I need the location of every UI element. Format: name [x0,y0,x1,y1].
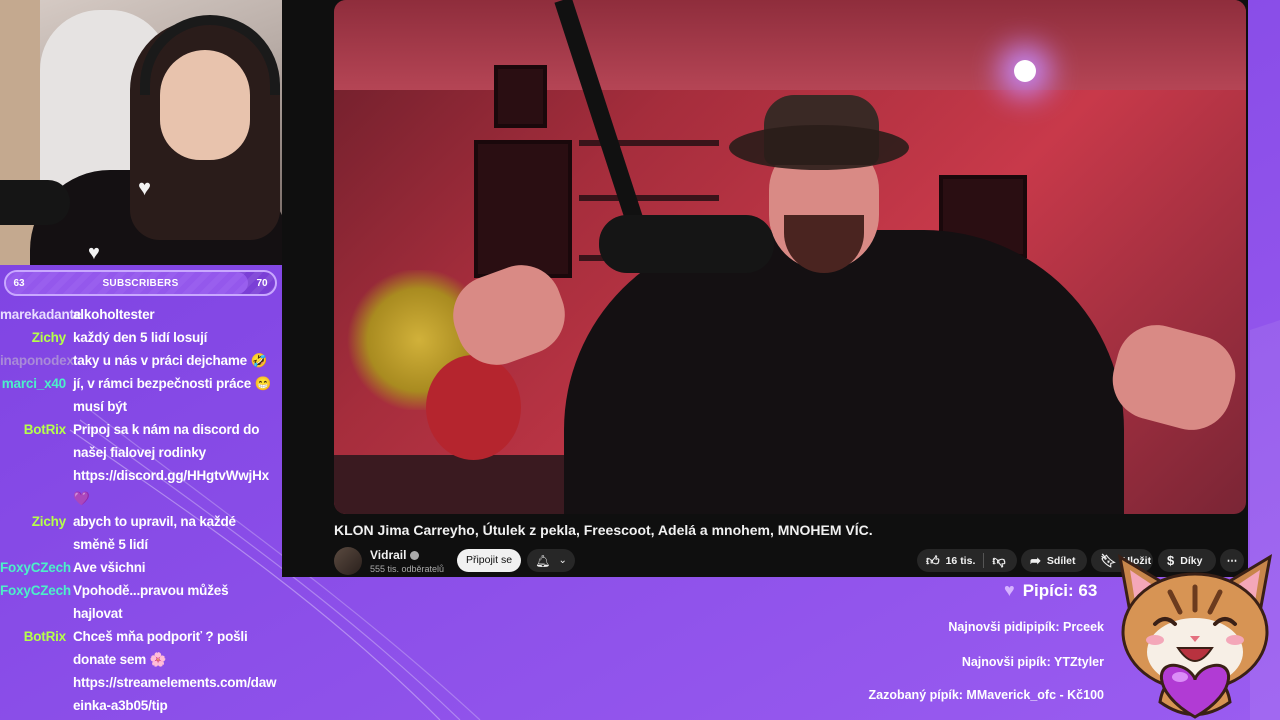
chat-text: Pripoj sa k nám na discord do našej fial… [73,422,269,506]
chat-username[interactable]: Zichy [0,510,73,556]
chat-text: Chceš mňa podporiť ? pošli donate sem 🌸 … [73,629,277,713]
chat-message: marekadante alkoholtester [0,303,282,326]
chat-message: FoxyCZech Vpohodě...pravou můžeš hajlovat [0,579,282,625]
channel-avatar[interactable] [334,547,362,575]
join-button[interactable]: Připojit se [457,549,521,572]
cat-mascot-icon [1117,554,1273,719]
chat-message: BotRix Chceš mňa podporiť ? pošli donate … [0,625,282,717]
latest-donation: Zazobaný pípík: MMaverick_ofc - Kč100 [868,688,1105,702]
like-count[interactable]: 16 tis. [946,555,976,567]
share-button[interactable]: ➦ Sdílet [1021,549,1087,572]
chat-text: Vpohodě...pravou můžeš hajlovat [73,583,229,621]
chat-text: Ave všichni [73,560,146,575]
subscriber-goal-bar: 63 SUBSCRIBERS 70 [4,270,277,296]
share-label: Sdílet [1046,554,1076,567]
heart-icon: ♥ [1004,580,1015,600]
verified-icon [410,551,420,561]
like-dislike-group[interactable]: 👍︎ 16 tis. 👎︎ [917,549,1017,572]
chat-message: Zichy abych to upravil, na každé směně 5 … [0,510,282,556]
chat-message: Zichy každý den 5 lidí losují [0,326,282,349]
notification-bell-button[interactable]: 🔔︎ ⌄ [527,549,575,572]
chat-username[interactable]: BotRix [0,625,73,717]
thumbs-up-icon[interactable]: 👍︎ [926,553,940,569]
chat-text: abych to upravil, na každé směně 5 lidí [73,514,236,552]
chat-text: taky u nás v práci dejchame 🤣 [73,353,268,368]
pipici-counter: ♥ Pipíci: 63 [1004,580,1097,601]
chat-username[interactable]: marci_x40 [0,372,73,418]
subscriber-goal-current: 63 [13,277,25,289]
chat-message: FoxyCZech Ave všichni [0,556,282,579]
chat-text: každý den 5 lidí losují [73,330,208,345]
latest-follower: Najnovši pidipipík: Prceek [948,620,1104,634]
chat-text: jí, v rámci bezpečnosti práce 😁 musí být [73,376,272,414]
chat-panel: marekadante alkoholtester Zichy každý den 5… [0,303,282,717]
chat-message: inaponodex taky u nás v práci dejchame 🤣 [0,349,282,372]
thumbs-down-icon[interactable]: 👎︎ [992,553,1005,569]
video-title[interactable]: KLON Jima Carreyho, Útulek z pekla, Free… [334,522,873,538]
chat-username[interactable]: FoxyCZech [0,556,73,579]
chat-username[interactable]: BotRix [0,418,73,510]
chat-username[interactable]: marekadante [0,303,81,326]
video-player[interactable] [334,0,1246,514]
chat-text: alkoholtester [73,307,155,322]
share-icon: ➦ [1030,552,1041,568]
bell-icon: 🔔︎ [535,553,551,568]
channel-name[interactable]: Vidrail [370,548,420,562]
chat-username[interactable]: inaponodex [0,349,74,372]
channel-subscribers: 555 tis. odběratelů [370,564,445,574]
chevron-down-icon: ⌄ [558,555,567,566]
latest-subscriber: Najnovši pipík: YTZtyler [961,655,1104,669]
pipici-text: Pipíci: 63 [1022,580,1098,600]
chat-username[interactable]: Zichy [0,326,73,349]
subscriber-goal-target: 70 [256,277,268,289]
chat-message: BotRix Pripoj sa k nám na discord do naše… [0,418,282,510]
channel-name-text[interactable]: Vidrail [370,548,406,562]
chat-message: marci_x40 jí, v rámci bezpečnosti práce 😁… [0,372,282,418]
webcam-feed: ♥ ♥ [0,0,282,265]
chat-username[interactable]: FoxyCZech [0,579,73,625]
subscriber-goal-label: SUBSCRIBERS [102,277,179,289]
